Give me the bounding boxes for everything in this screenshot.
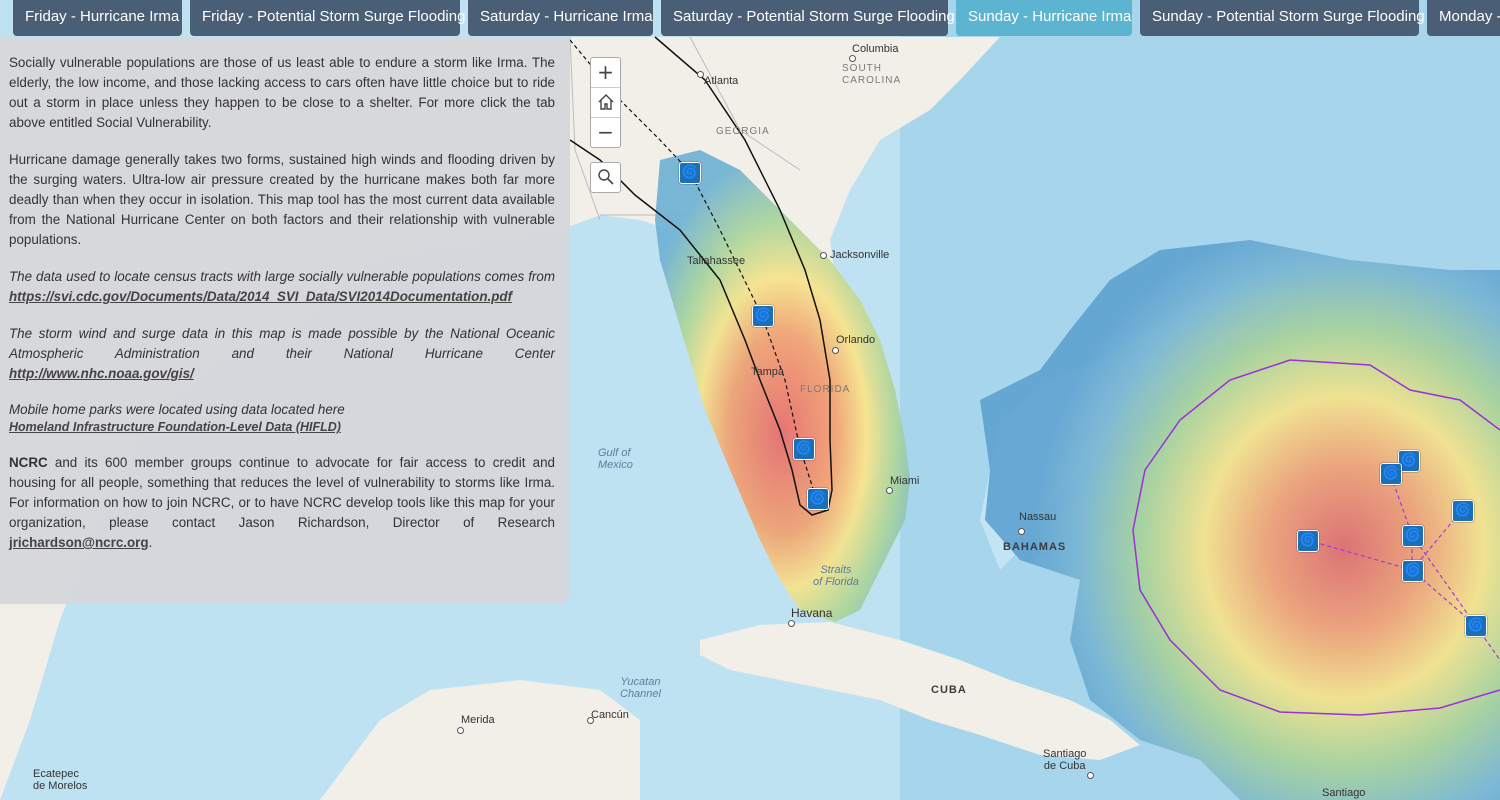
map-label-yucatan-channel: Yucatan Channel (620, 676, 661, 700)
tab-monday[interactable]: Monday - (1427, 0, 1500, 36)
panel-paragraph-vulnerable: Socially vulnerable populations are thos… (9, 55, 555, 130)
map-label-nassau: Nassau (1019, 511, 1057, 523)
ncrc-end: . (148, 535, 153, 550)
map-label-cancun: Cancún (591, 709, 629, 721)
map-label-georgia: GEORGIA (716, 126, 770, 137)
tab-bar: Friday - Hurricane Irma Friday - Potenti… (0, 0, 1500, 37)
storm-position-icon[interactable]: 🌀 (1452, 500, 1474, 522)
tab-friday-irma[interactable]: Friday - Hurricane Irma (13, 0, 182, 36)
tab-friday-surge[interactable]: Friday - Potential Storm Surge Flooding (190, 0, 465, 36)
storm-position-icon[interactable]: 🌀 (1402, 560, 1424, 582)
map-label-jacksonville: Jacksonville (830, 249, 890, 261)
census-text: The data used to locate census tracts wi… (9, 269, 555, 284)
map-label-bahamas: BAHAMAS (1003, 541, 1067, 553)
map-label-merida: Merida (461, 714, 495, 726)
map-label-gulf-of-mexico: Gulf of Mexico (598, 447, 633, 471)
panel-paragraph-damage: Hurricane damage generally takes two for… (9, 152, 555, 247)
map-label-straits-of-florida: Straits of Florida (813, 564, 859, 588)
map-label-cuba: CUBA (931, 684, 967, 696)
noaa-text: The storm wind and surge data in this ma… (9, 326, 555, 361)
home-button[interactable] (591, 88, 620, 118)
info-panel: Socially vulnerable populations are thos… (0, 37, 570, 604)
zoom-out-button[interactable]: − (591, 118, 620, 147)
storm-position-icon[interactable]: 🌀 (1402, 525, 1424, 547)
zoom-controls: + − (590, 57, 621, 148)
svi-link[interactable]: https://svi.cdc.gov/Documents/Data/2014_… (9, 289, 512, 304)
home-icon (598, 94, 613, 110)
zoom-in-button[interactable]: + (591, 58, 620, 88)
tab-sunday-irma[interactable]: Sunday - Hurricane Irma (956, 0, 1132, 36)
panel-paragraph-noaa: The storm wind and surge data in this ma… (9, 324, 555, 384)
map-label-tallahassee: Tallahassee (687, 255, 746, 267)
email-link[interactable]: jrichardson@ncrc.org (9, 535, 149, 550)
map-label-atlanta: Atlanta (704, 75, 739, 87)
ncrc-text: and its 600 member groups continue to ad… (9, 455, 555, 530)
map-label-columbia: Columbia (852, 43, 899, 55)
map-label-santiago-de-cuba: Santiago de Cuba (1043, 748, 1087, 772)
storm-position-icon[interactable]: 🌀 (1465, 615, 1487, 637)
storm-position-icon[interactable]: 🌀 (807, 488, 829, 510)
search-button[interactable] (591, 163, 620, 192)
hifld-link[interactable]: Homeland Infrastructure Foundation-Level… (9, 420, 341, 434)
ncrc-bold: NCRC (9, 455, 48, 470)
nhc-link[interactable]: http://www.nhc.noaa.gov/gis/ (9, 366, 194, 381)
storm-position-icon[interactable]: 🌀 (752, 305, 774, 327)
storm-position-icon[interactable]: 🌀 (679, 162, 701, 184)
map-label-south-carolina: SOUTH CAROLINA (842, 63, 902, 86)
map-label-tampa: Tampa (751, 366, 785, 378)
storm-position-icon[interactable]: 🌀 (1380, 463, 1402, 485)
map-label-havana: Havana (791, 606, 833, 620)
panel-paragraph-mobile-home: Mobile home parks were located using dat… (9, 401, 555, 436)
storm-position-icon[interactable]: 🌀 (1297, 530, 1319, 552)
search-control (590, 162, 621, 193)
map-label-florida: FLORIDA (800, 384, 851, 395)
map-label-miami: Miami (890, 475, 920, 487)
search-icon (597, 169, 614, 185)
tab-sunday-surge[interactable]: Sunday - Potential Storm Surge Flooding (1140, 0, 1425, 36)
tab-saturday-irma[interactable]: Saturday - Hurricane Irma (468, 0, 653, 36)
tab-saturday-surge[interactable]: Saturday - Potential Storm Surge Floodin… (661, 0, 955, 36)
map-label-ecatepec: Ecatepec de Morelos (33, 768, 88, 792)
mobile-home-text: Mobile home parks were located using dat… (9, 402, 345, 417)
panel-paragraph-census: The data used to locate census tracts wi… (9, 267, 555, 307)
panel-paragraph-ncrc: NCRC and its 600 member groups continue … (9, 453, 555, 553)
map-label-santiago: Santiago (1322, 787, 1366, 799)
map-label-orlando: Orlando (836, 334, 876, 346)
storm-position-icon[interactable]: 🌀 (793, 438, 815, 460)
